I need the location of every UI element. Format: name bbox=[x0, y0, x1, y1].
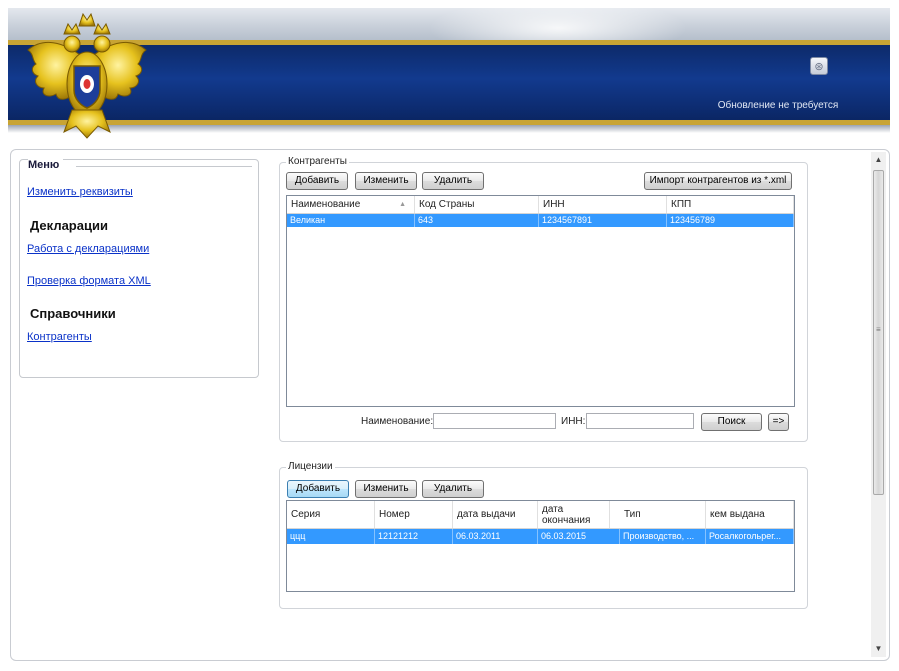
licenses-table[interactable]: Серия Номер дата выдачи дата окончания Т… bbox=[286, 500, 795, 592]
menu-section-references: Справочники bbox=[30, 306, 116, 321]
column-header-expiry-date[interactable]: дата окончания bbox=[538, 501, 610, 528]
grip-icon: ≡ bbox=[876, 325, 881, 334]
app-header: ⊛ Обновление не требуется bbox=[8, 0, 890, 140]
vertical-scrollbar[interactable]: ▲ ≡ ▼ bbox=[871, 152, 886, 657]
contractors-table-header: Наименование ▲ Код Страны ИНН КПП bbox=[287, 196, 794, 214]
contractors-table[interactable]: Наименование ▲ Код Страны ИНН КПП Велика… bbox=[286, 195, 795, 407]
search-inn-input[interactable] bbox=[586, 413, 694, 429]
column-header-name[interactable]: Наименование ▲ bbox=[287, 196, 415, 213]
licenses-group-title: Лицензии bbox=[286, 461, 335, 472]
cell-kpp: 123456789 bbox=[667, 214, 794, 227]
table-row[interactable]: Великан 643 1234567891 123456789 bbox=[287, 214, 794, 227]
licenses-edit-button[interactable]: Изменить bbox=[355, 480, 417, 498]
column-header-issue-date[interactable]: дата выдачи bbox=[453, 501, 538, 528]
contractors-add-button[interactable]: Добавить bbox=[286, 172, 348, 190]
menu-title: Меню bbox=[28, 159, 64, 171]
menu-link-edit-details[interactable]: Изменить реквизиты bbox=[27, 186, 133, 198]
licenses-table-header: Серия Номер дата выдачи дата окончания Т… bbox=[287, 501, 794, 529]
cell-inn: 1234567891 bbox=[539, 214, 667, 227]
scroll-down-arrow-icon[interactable]: ▼ bbox=[871, 641, 886, 657]
import-contractors-button[interactable]: Импорт контрагентов из *.xml bbox=[644, 172, 792, 190]
column-header-type[interactable]: Тип bbox=[620, 501, 706, 528]
cell-number: 12121212 bbox=[375, 529, 453, 544]
cell-expiry-date: 06.03.2015 bbox=[538, 529, 620, 544]
scroll-thumb[interactable]: ≡ bbox=[873, 170, 884, 495]
column-header-inn[interactable]: ИНН bbox=[539, 196, 667, 213]
menu-link-xml-check[interactable]: Проверка формата XML bbox=[27, 275, 151, 287]
contractors-edit-button[interactable]: Изменить bbox=[355, 172, 417, 190]
cell-issue-date: 06.03.2011 bbox=[453, 529, 538, 544]
menu-section-declarations: Декларации bbox=[30, 218, 108, 233]
table-row[interactable]: ццц 12121212 06.03.2011 06.03.2015 Произ… bbox=[287, 529, 794, 544]
licenses-add-button[interactable]: Добавить bbox=[287, 480, 349, 498]
menu-panel: Меню Изменить реквизиты Декларации Работ… bbox=[19, 159, 259, 378]
column-header-series[interactable]: Серия bbox=[287, 501, 375, 528]
column-header-kpp[interactable]: КПП bbox=[667, 196, 794, 213]
column-header-issued-by[interactable]: кем выдана bbox=[706, 501, 794, 528]
licenses-delete-button[interactable]: Удалить bbox=[422, 480, 484, 498]
cell-series: ццц bbox=[287, 529, 375, 544]
search-next-button[interactable]: => bbox=[768, 413, 789, 431]
search-inn-label: ИНН: bbox=[561, 416, 586, 427]
cell-name: Великан bbox=[287, 214, 415, 227]
sort-ascending-icon: ▲ bbox=[399, 201, 406, 208]
column-header-country-code[interactable]: Код Страны bbox=[415, 196, 539, 213]
update-icon[interactable]: ⊛ bbox=[810, 57, 828, 75]
coat-of-arms-logo bbox=[27, 12, 147, 139]
column-header-number[interactable]: Номер bbox=[375, 501, 453, 528]
cell-issued-by: Росалкогольрег... bbox=[706, 529, 794, 544]
contractors-group: Контрагенты Добавить Изменить Удалить Им… bbox=[279, 156, 808, 442]
menu-link-declarations-work[interactable]: Работа с декларациями bbox=[27, 243, 149, 255]
search-name-input[interactable] bbox=[433, 413, 556, 429]
cell-type: Производство, ... bbox=[620, 529, 706, 544]
contractors-group-title: Контрагенты bbox=[286, 156, 349, 167]
menu-link-contractors[interactable]: Контрагенты bbox=[27, 331, 92, 343]
contractors-delete-button[interactable]: Удалить bbox=[422, 172, 484, 190]
cell-country-code: 643 bbox=[415, 214, 539, 227]
scroll-up-arrow-icon[interactable]: ▲ bbox=[871, 152, 886, 168]
search-name-label: Наименование: bbox=[361, 416, 434, 427]
search-button[interactable]: Поиск bbox=[701, 413, 762, 431]
licenses-group: Лицензии Добавить Изменить Удалить Серия… bbox=[279, 461, 808, 609]
update-status-text: Обновление не требуется bbox=[717, 100, 839, 111]
